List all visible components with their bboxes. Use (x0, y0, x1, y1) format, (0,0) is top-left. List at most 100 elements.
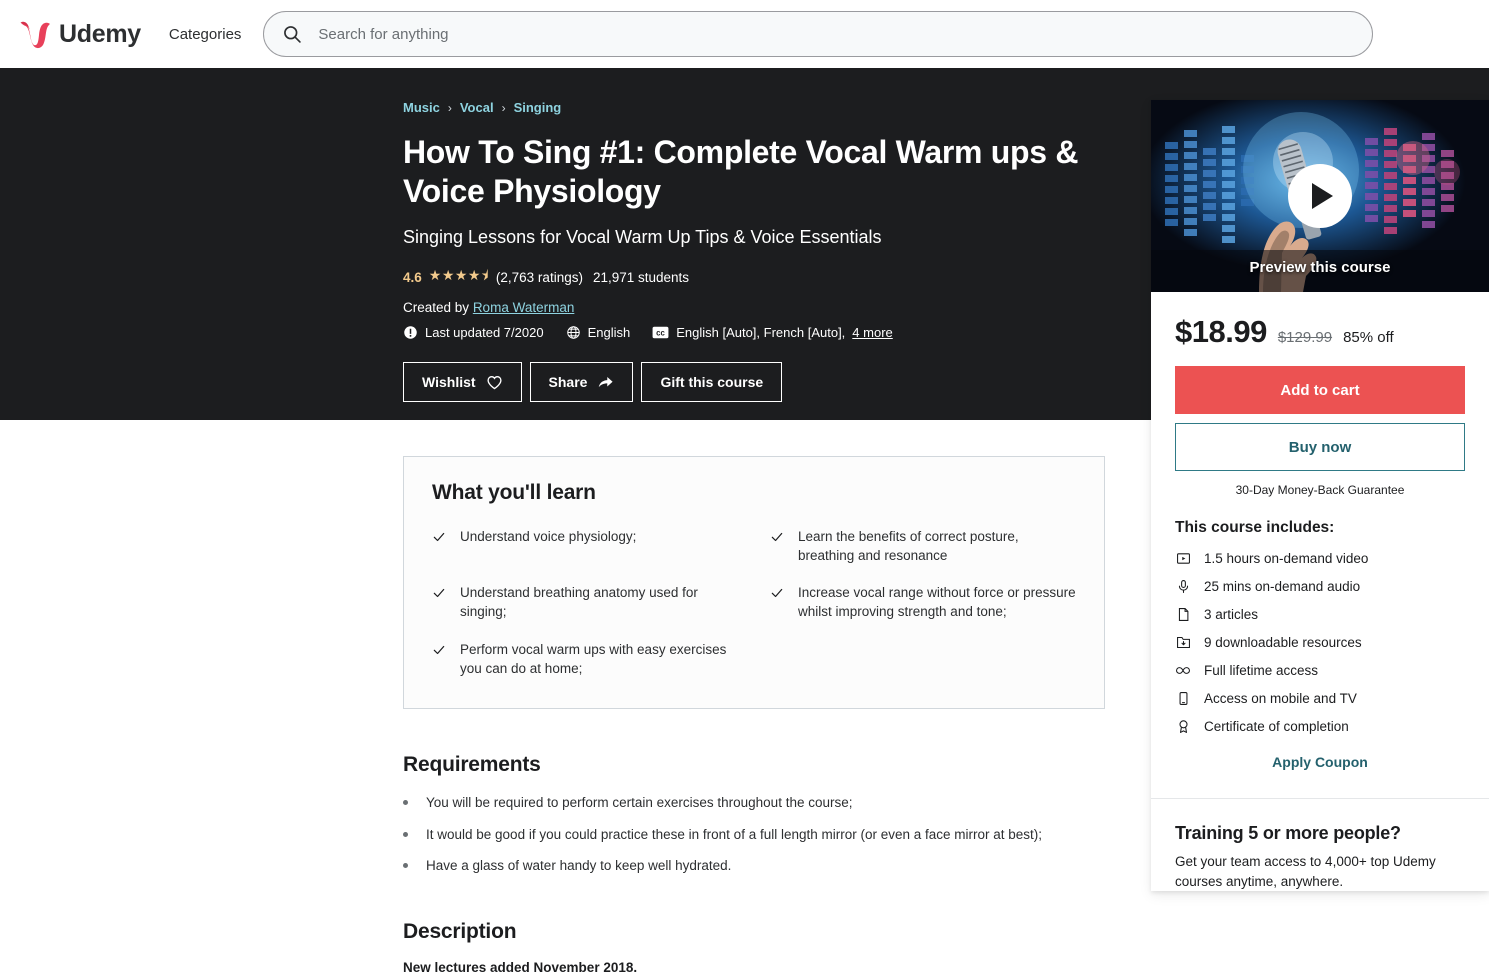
categories-menu[interactable]: Categories (169, 26, 242, 43)
includes-item-audio: 25 mins on-demand audio (1175, 579, 1465, 594)
breadcrumb: Music › Vocal › Singing (403, 100, 1113, 115)
star-rating-icon: ★★★★⯨ (428, 267, 489, 284)
includes-item-resources: 9 downloadable resources (1175, 635, 1465, 650)
what-you-will-learn-title: What you'll learn (432, 481, 596, 504)
check-icon (432, 643, 446, 657)
includes-item-label: 1.5 hours on-demand video (1204, 551, 1369, 566)
requirement-label: It would be good if you could practice t… (426, 826, 1043, 842)
breadcrumb-separator: › (447, 100, 452, 115)
closed-caption-icon: cc (652, 327, 669, 339)
students-count: 21,971 students (592, 269, 690, 285)
description-section: Description New lectures added November … (403, 920, 1105, 975)
course-meta-row: Last updated 7/2020 English cc English [… (403, 325, 1113, 340)
learn-item-label: Learn the benefits of correct posture, b… (798, 529, 1019, 564)
share-button[interactable]: Share (529, 362, 634, 403)
ratings-count[interactable]: (2,763 ratings) (496, 270, 583, 285)
wishlist-button-label: Wishlist (422, 374, 476, 391)
course-includes-title: This course includes: (1175, 519, 1335, 536)
breadcrumb-item-vocal[interactable]: Vocal (460, 100, 494, 115)
search-icon (284, 26, 302, 43)
trophy-badge-icon (1175, 719, 1191, 734)
video-play-icon (1175, 551, 1191, 566)
page-title: How To Sing #1: Complete Vocal Warm ups … (403, 134, 1079, 210)
created-by-label: Created by (403, 300, 470, 316)
breadcrumb-separator: › (501, 100, 506, 115)
learn-item-label: Understand breathing anatomy used for si… (460, 585, 698, 620)
check-icon (770, 530, 784, 544)
requirement-item: Have a glass of water handy to keep well… (403, 856, 1105, 876)
includes-item-certificate: Certificate of completion (1175, 719, 1465, 734)
search-bar[interactable] (263, 11, 1374, 57)
learn-item-label: Understand voice physiology; (460, 529, 637, 544)
includes-item-label: 9 downloadable resources (1204, 635, 1362, 650)
course-headline: Singing Lessons for Vocal Warm Up Tips &… (403, 227, 882, 248)
hero-action-buttons: Wishlist Share Gift this course (403, 362, 1113, 403)
udemy-logo[interactable]: Udemy (18, 18, 141, 50)
play-icon[interactable] (1288, 164, 1352, 228)
includes-item-label: 25 mins on-demand audio (1204, 579, 1361, 594)
breadcrumb-item-singing[interactable]: Singing (514, 100, 562, 115)
captions-text: English [Auto], French [Auto], (676, 325, 846, 341)
training-text: Get your team access to 4,000+ top Udemy… (1175, 854, 1436, 889)
includes-item-video: 1.5 hours on-demand video (1175, 551, 1465, 566)
what-you-will-learn-grid: Understand voice physiology; Learn the b… (432, 527, 1076, 678)
language-text: English (587, 325, 631, 341)
check-icon (770, 586, 784, 600)
wishlist-button[interactable]: Wishlist (403, 362, 522, 403)
preview-video-thumbnail[interactable]: Preview this course (1151, 100, 1489, 292)
learn-item: Understand breathing anatomy used for si… (432, 583, 738, 621)
learn-item: Learn the benefits of correct posture, b… (770, 527, 1076, 565)
bullet-icon (403, 863, 408, 869)
svg-text:cc: cc (656, 329, 665, 338)
includes-item-articles: 3 articles (1175, 607, 1465, 622)
gift-course-button-label: Gift this course (660, 374, 764, 391)
udemy-u-logo-icon (20, 21, 50, 49)
includes-item-label: Access on mobile and TV (1204, 691, 1357, 706)
share-arrow-icon (599, 376, 614, 387)
requirement-item: You will be required to perform certain … (403, 793, 1105, 813)
check-icon (432, 586, 446, 600)
instructor-link[interactable]: Roma Waterman (473, 300, 575, 315)
breadcrumb-item-music[interactable]: Music (403, 100, 440, 115)
learn-item-label: Perform vocal warm ups with easy exercis… (460, 641, 727, 676)
exclamation-circle-icon (404, 326, 417, 340)
rating-row: 4.6 ★★★★⯨ (2,763 ratings) 21,971 student… (403, 265, 1113, 289)
globe-icon (566, 326, 580, 340)
search-input[interactable] (316, 12, 1355, 56)
check-icon (432, 530, 446, 544)
captions-more-link[interactable]: 4 more (852, 325, 892, 340)
mobile-phone-icon (1175, 691, 1191, 706)
description-title: Description (403, 919, 517, 943)
requirements-title: Requirements (403, 752, 541, 776)
preview-label: Preview this course (1249, 259, 1391, 276)
buy-now-button[interactable]: Buy now (1175, 423, 1465, 471)
share-button-label: Share (548, 374, 588, 391)
last-updated-text: Last updated 7/2020 (425, 325, 544, 341)
gift-course-button[interactable]: Gift this course (641, 362, 783, 403)
original-price: $129.99 (1277, 329, 1333, 346)
includes-item-mobile: Access on mobile and TV (1175, 691, 1465, 706)
download-box-icon (1175, 635, 1191, 650)
description-first-line: New lectures added November 2018. (403, 959, 638, 975)
requirements-list: You will be required to perform certain … (403, 793, 1105, 876)
add-to-cart-button[interactable]: Add to cart (1175, 366, 1465, 414)
created-by-row: Created by Roma Waterman (403, 300, 1113, 315)
current-price: $18.99 (1175, 314, 1267, 349)
main-content: What you'll learn Understand voice physi… (0, 420, 1151, 975)
requirement-label: You will be required to perform certain … (426, 794, 853, 810)
site-header: Udemy Categories (0, 0, 1489, 68)
course-purchase-sidebar: Preview this course $18.99 $129.99 85% o… (1151, 100, 1489, 892)
training-block: Training 5 or more people? Get your team… (1175, 799, 1465, 891)
rating-value: 4.6 (403, 269, 422, 285)
apply-coupon-link[interactable]: Apply Coupon (1175, 754, 1465, 798)
heart-icon (486, 375, 502, 390)
document-icon (1175, 607, 1191, 622)
requirement-label: Have a glass of water handy to keep well… (426, 858, 732, 874)
price-row: $18.99 $129.99 85% off (1175, 314, 1465, 350)
learn-item: Perform vocal warm ups with easy exercis… (432, 640, 738, 678)
captions-meta: cc English [Auto], French [Auto], 4 more (652, 325, 893, 340)
what-you-will-learn-box: What you'll learn Understand voice physi… (403, 456, 1105, 709)
discount-percent: 85% off (1343, 329, 1394, 346)
includes-item-label: Full lifetime access (1204, 663, 1319, 678)
learn-item-label: Increase vocal range without force or pr… (798, 585, 1076, 620)
